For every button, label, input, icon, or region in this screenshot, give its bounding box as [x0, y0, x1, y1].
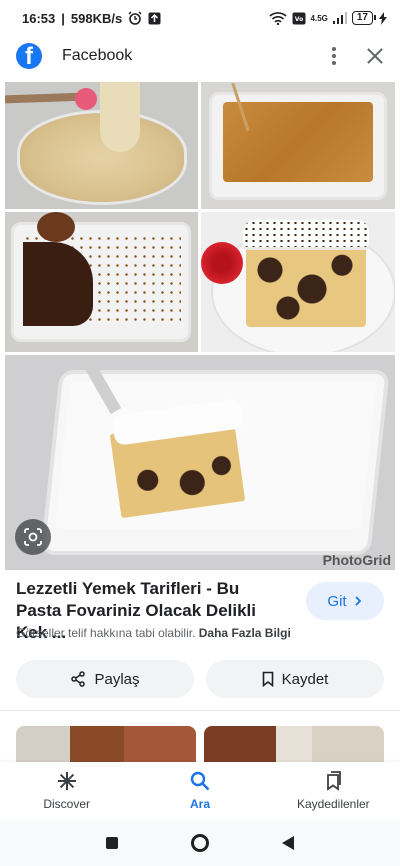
image-viewer-page: 16:53 | 598KB/s Vo 4.5G 17 f Facebook Ph… [0, 0, 400, 866]
image-tile-batter [5, 82, 198, 209]
nav-search[interactable]: Ara [133, 762, 266, 820]
asterisk-icon [57, 772, 76, 790]
more-options-icon[interactable] [328, 43, 340, 69]
visit-button[interactable]: Git [306, 582, 384, 620]
search-icon [190, 771, 210, 791]
image-tile-baked-sponge [201, 82, 395, 209]
chevron-right-icon [354, 596, 361, 606]
wifi-icon [268, 11, 287, 25]
svg-text:Vo: Vo [294, 16, 302, 23]
bookmark-icon [262, 671, 273, 687]
google-lens-button[interactable] [15, 519, 51, 555]
status-time: 16:53 [22, 10, 56, 26]
visit-label: Git [327, 592, 347, 610]
volte-icon: Vo [292, 12, 306, 25]
battery-indicator: 17 [351, 11, 377, 25]
network-speed: 598KB/s [70, 10, 123, 26]
signal-icon [332, 12, 347, 24]
system-navigation-bar [0, 820, 400, 866]
result-image[interactable]: PhotoGrid [5, 82, 395, 570]
status-separator: | [61, 10, 65, 26]
divider [0, 710, 400, 711]
action-row: Paylaş Kaydet [16, 660, 384, 698]
share-icon [71, 671, 86, 687]
status-bar: 16:53 | 598KB/s Vo 4.5G 17 [0, 0, 400, 36]
upload-notification-icon [148, 12, 161, 25]
recents-icon[interactable] [106, 837, 119, 849]
save-label: Kaydet [281, 670, 329, 688]
source-site-title: Facebook [62, 47, 133, 64]
photogrid-watermark: PhotoGrid [322, 552, 391, 568]
related-images-row [16, 726, 400, 766]
share-button[interactable]: Paylaş [16, 660, 194, 698]
copyright-notice: Görseller telif hakkına tabi olabilir. D… [16, 626, 291, 640]
facebook-logo-icon: f [16, 43, 42, 69]
viewer-header: f Facebook [0, 36, 400, 76]
alarm-icon [128, 11, 142, 25]
back-icon[interactable] [281, 836, 294, 850]
charging-icon [378, 11, 388, 25]
collections-icon [327, 771, 342, 791]
nav-saved[interactable]: Kaydedilenler [267, 762, 400, 820]
close-icon[interactable] [366, 47, 384, 65]
signal-label: 4.5G [310, 13, 328, 23]
related-image[interactable] [204, 726, 384, 766]
image-tile-chocolate-pour [5, 212, 198, 352]
save-button[interactable]: Kaydet [206, 660, 384, 698]
image-tile-plated-slice [201, 212, 395, 352]
bottom-navigation: Discover Ara Kaydedilenler [0, 762, 400, 820]
nav-discover[interactable]: Discover [0, 762, 133, 820]
image-tile-cut-cake: PhotoGrid [5, 355, 395, 570]
lens-icon [24, 528, 42, 546]
more-info-link[interactable]: Daha Fazla Bilgi [199, 626, 291, 640]
home-icon[interactable] [190, 834, 209, 852]
related-image[interactable] [16, 726, 196, 766]
share-label: Paylaş [94, 670, 140, 688]
